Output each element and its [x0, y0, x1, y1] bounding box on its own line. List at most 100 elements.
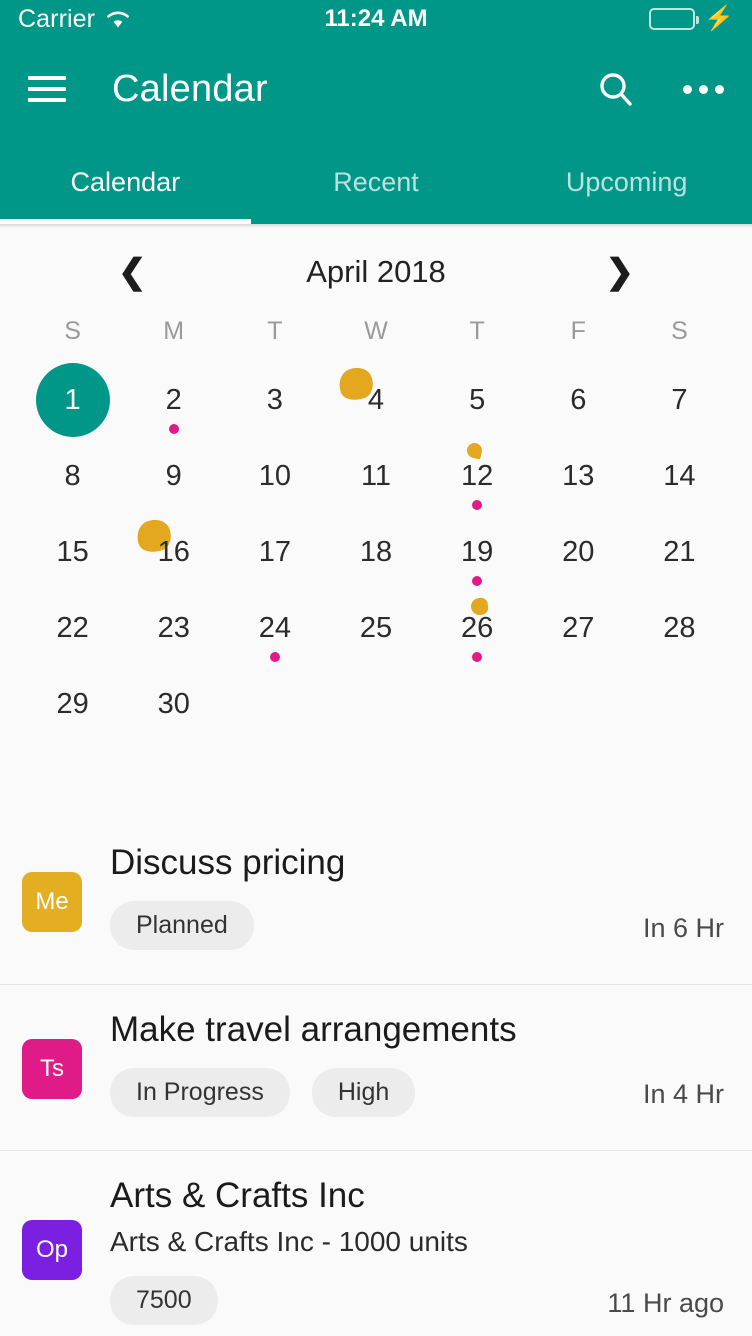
hamburger-menu-icon[interactable]: [28, 76, 66, 102]
calendar-day-25[interactable]: 25: [325, 590, 426, 666]
calendar-day-2[interactable]: 2: [123, 362, 224, 438]
calendar-day-27[interactable]: 27: [528, 590, 629, 666]
list-item-subtitle: Arts & Crafts Inc - 1000 units: [110, 1226, 468, 1258]
calendar-day-10[interactable]: 10: [224, 438, 325, 514]
list-item-time: In 6 Hr: [642, 913, 724, 943]
tab-recent[interactable]: Recent: [251, 140, 502, 224]
weekday-label: T: [267, 316, 283, 345]
lightning-bolt-icon: ⚡: [704, 5, 734, 32]
calendar-day-12[interactable]: 12: [427, 438, 528, 514]
event-dot-marker: [472, 652, 483, 662]
status-chip: High: [311, 1068, 416, 1118]
calendar-day-18[interactable]: 18: [325, 514, 426, 590]
event-dot-marker: [472, 576, 483, 586]
calendar-day-number: 4: [367, 383, 385, 416]
list-item-time: 11 Hr ago: [607, 1288, 724, 1319]
calendar-day-1[interactable]: 1: [22, 362, 123, 438]
calendar-day-number: 23: [157, 611, 190, 644]
page-title: Calendar: [112, 67, 268, 110]
calendar-day-28[interactable]: 28: [629, 590, 730, 666]
tab-upcoming-label: Upcoming: [565, 166, 688, 197]
calendar-day-24[interactable]: 24: [224, 590, 325, 666]
calendar-day-number: 27: [562, 611, 595, 644]
calendar-day-number: 12: [461, 459, 494, 492]
list-item[interactable]: Op Arts & Crafts Inc Arts & Crafts Inc - 1…: [0, 1150, 752, 1326]
status-bar: Carrier 11:24 AM ⚡: [0, 0, 752, 38]
app-bar: Calendar: [0, 38, 752, 140]
calendar-day-19[interactable]: 19: [427, 514, 528, 590]
calendar-day-30[interactable]: 30: [123, 666, 224, 742]
calendar-day-number: 10: [258, 459, 291, 492]
tab-recent-label: Recent: [333, 166, 419, 197]
calendar-day-11[interactable]: 11: [325, 438, 426, 514]
list-item[interactable]: Me Discuss pricing Planned In 6 Hr: [0, 818, 752, 984]
weekday-label: W: [364, 316, 388, 345]
list-item-title: Discuss pricing: [110, 843, 346, 882]
calendar-day-number: 11: [360, 459, 392, 492]
calendar-day-number: 6: [570, 383, 587, 416]
calendar-day-13[interactable]: 13: [528, 438, 629, 514]
list-item[interactable]: Ts Make travel arrangements In Progress Hig…: [0, 984, 752, 1150]
calendar-day-number: 30: [157, 687, 190, 720]
record-type-badge: Me: [22, 872, 82, 932]
calendar-day-16[interactable]: 16: [123, 514, 224, 590]
list-item-title: Make travel arrangements: [110, 1010, 517, 1049]
calendar-day-6[interactable]: 6: [528, 362, 629, 438]
app-screen: Carrier 11:24 AM ⚡ Calendar Calendar Rec…: [0, 0, 752, 1336]
calendar-day-23[interactable]: 23: [123, 590, 224, 666]
calendar-day-3[interactable]: 3: [224, 362, 325, 438]
calendar-day-number: 8: [64, 459, 81, 492]
status-chip: In Progress: [110, 1068, 290, 1118]
weekday-label: S: [64, 316, 81, 345]
calendar-day-number: 14: [663, 459, 696, 492]
status-chip: Planned: [110, 901, 254, 951]
more-options-icon[interactable]: [683, 84, 724, 94]
chevron-left-icon[interactable]: ❮: [118, 255, 147, 289]
tab-bar: Calendar Recent Upcoming: [0, 140, 752, 224]
tab-upcoming[interactable]: Upcoming: [501, 140, 752, 224]
event-dot-marker: [472, 500, 483, 510]
calendar-day-number: 17: [258, 535, 291, 568]
calendar-day-14[interactable]: 14: [629, 438, 730, 514]
list-item-title: Arts & Crafts Inc: [110, 1176, 365, 1215]
record-type-badge: Op: [22, 1220, 82, 1281]
wifi-icon: [105, 10, 131, 29]
calendar-day-15[interactable]: 15: [22, 514, 123, 590]
weekday-label: F: [570, 316, 586, 345]
app-bar-actions: [597, 70, 724, 108]
calendar-day-number: 13: [562, 459, 595, 492]
event-wedge-marker: [464, 441, 484, 460]
list-item-body: Discuss pricing Planned: [110, 842, 730, 962]
calendar-day-29[interactable]: 29: [22, 666, 123, 742]
calendar-day-number: 29: [56, 687, 89, 720]
calendar-day-22[interactable]: 22: [22, 590, 123, 666]
chevron-right-icon[interactable]: ❯: [606, 255, 635, 289]
calendar-day-9[interactable]: 9: [123, 438, 224, 514]
calendar-day-20[interactable]: 20: [528, 514, 629, 590]
record-list: Me Discuss pricing Planned In 6 Hr Ts Make tr…: [0, 818, 752, 1326]
calendar-day-17[interactable]: 17: [224, 514, 325, 590]
calendar-day-26[interactable]: 26: [427, 590, 528, 666]
calendar-day-number: 26: [461, 611, 494, 644]
calendar-day-grid: 1 2 3 4 5 6 7 8 9 10 11 12 13 14 15 16 17 18 19 20 21 22 23 24 2…: [22, 362, 730, 742]
calendar-day-7[interactable]: 7: [629, 362, 730, 438]
calendar-day-number: 7: [671, 383, 688, 416]
calendar-day-number: 21: [663, 535, 696, 568]
calendar-day-number: 25: [359, 611, 393, 644]
tab-calendar[interactable]: Calendar: [0, 140, 251, 224]
calendar-day-4[interactable]: 4: [325, 362, 426, 438]
calendar-day-number: 16: [157, 535, 190, 568]
status-chip: 7500: [110, 1276, 218, 1326]
list-item-chips: Planned: [110, 901, 730, 951]
search-icon[interactable]: [597, 70, 635, 108]
event-dot-marker: [269, 652, 280, 662]
status-bar-left: Carrier: [18, 5, 131, 34]
calendar-day-number: 22: [56, 611, 89, 644]
calendar-day-number: 15: [56, 535, 89, 568]
calendar-day-number: 1: [64, 383, 81, 416]
calendar-day-21[interactable]: 21: [629, 514, 730, 590]
calendar-day-8[interactable]: 8: [22, 438, 123, 514]
calendar-day-5[interactable]: 5: [427, 362, 528, 438]
carrier-label: Carrier: [18, 4, 96, 33]
weekday-label: M: [163, 316, 185, 345]
